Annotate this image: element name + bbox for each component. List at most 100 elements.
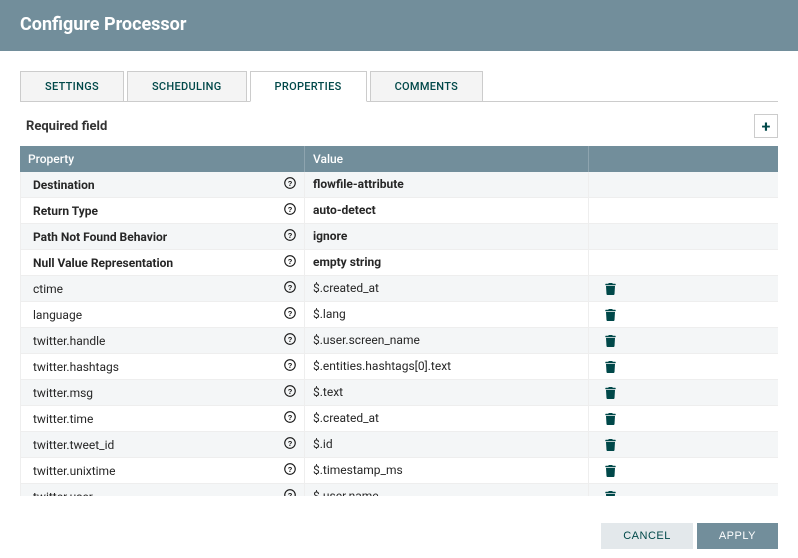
help-icon[interactable]: ? xyxy=(284,411,296,426)
svg-text:?: ? xyxy=(288,413,293,422)
property-name: language xyxy=(33,308,82,322)
property-value: auto-detect xyxy=(313,203,376,217)
value-cell[interactable]: $.user.name xyxy=(304,484,588,496)
add-property-button[interactable]: + xyxy=(754,114,778,138)
svg-text:?: ? xyxy=(288,231,293,240)
table-row[interactable]: ctime? $.created_at xyxy=(20,276,778,302)
svg-text:?: ? xyxy=(288,309,293,318)
value-cell[interactable]: $.timestamp_ms xyxy=(304,458,588,483)
property-cell[interactable]: twitter.user? xyxy=(20,484,304,496)
svg-text:?: ? xyxy=(288,283,293,292)
tab-properties[interactable]: PROPERTIES xyxy=(250,71,367,102)
value-cell[interactable]: $.text xyxy=(304,380,588,405)
table-row[interactable]: twitter.handle?$.user.screen_name xyxy=(20,328,778,354)
table-row[interactable]: Null Value Representation?empty string xyxy=(20,250,778,276)
cancel-button[interactable]: CANCEL xyxy=(601,523,693,549)
help-icon[interactable]: ? xyxy=(284,203,296,218)
property-cell[interactable]: twitter.time? xyxy=(20,406,304,431)
actions-cell xyxy=(588,380,778,405)
table-row[interactable]: twitter.time? $.created_at xyxy=(20,406,778,432)
value-cell[interactable]: $.user.screen_name xyxy=(304,328,588,353)
value-cell[interactable]: $.created_at xyxy=(304,406,588,431)
tab-label: PROPERTIES xyxy=(275,80,342,93)
value-cell[interactable]: flowfile-attribute xyxy=(304,172,588,197)
help-icon[interactable]: ? xyxy=(284,385,296,400)
help-icon[interactable]: ? xyxy=(284,437,296,452)
trash-icon[interactable] xyxy=(597,465,616,477)
apply-button[interactable]: APPLY xyxy=(697,523,778,549)
property-value: $.lang xyxy=(313,307,346,321)
svg-text:?: ? xyxy=(288,335,293,344)
property-cell[interactable]: twitter.hashtags? xyxy=(20,354,304,379)
trash-icon[interactable] xyxy=(597,439,616,451)
actions-cell xyxy=(588,406,778,431)
value-cell[interactable]: ignore xyxy=(304,224,588,249)
trash-icon[interactable] xyxy=(597,491,616,497)
table-row[interactable]: twitter.msg? $.text xyxy=(20,380,778,406)
required-field-label: Required field xyxy=(20,119,107,134)
tab-comments[interactable]: COMMENTS xyxy=(370,71,484,101)
help-icon[interactable]: ? xyxy=(284,229,296,244)
trash-icon[interactable] xyxy=(597,309,616,321)
property-value: $.text xyxy=(313,385,343,399)
trash-icon[interactable] xyxy=(597,335,616,347)
property-cell[interactable]: ctime? xyxy=(20,276,304,301)
property-cell[interactable]: twitter.handle? xyxy=(20,328,304,353)
help-icon[interactable]: ? xyxy=(284,307,296,322)
property-value: flowfile-attribute xyxy=(313,177,404,191)
actions-cell xyxy=(588,172,778,197)
tab-label: COMMENTS xyxy=(395,80,459,93)
property-name: Destination xyxy=(33,178,95,192)
property-cell[interactable]: Path Not Found Behavior? xyxy=(20,224,304,249)
table-row[interactable]: twitter.user?$.user.name xyxy=(20,484,778,496)
property-cell[interactable]: Null Value Representation? xyxy=(20,250,304,275)
value-cell[interactable]: $.lang xyxy=(304,302,588,327)
actions-cell xyxy=(588,458,778,483)
table-row[interactable]: Path Not Found Behavior?ignore xyxy=(20,224,778,250)
value-cell[interactable]: $.entities.hashtags[0].text xyxy=(304,354,588,379)
property-name: twitter.user xyxy=(33,490,93,497)
help-icon[interactable]: ? xyxy=(284,359,296,374)
dialog-footer: CANCEL APPLY xyxy=(601,523,778,549)
value-cell[interactable]: $.created_at xyxy=(304,276,588,301)
actions-cell xyxy=(588,484,778,496)
property-cell[interactable]: language? xyxy=(20,302,304,327)
actions-cell xyxy=(588,250,778,275)
value-cell[interactable]: $.id xyxy=(304,432,588,457)
value-cell[interactable]: empty string xyxy=(304,250,588,275)
property-value: $.created_at xyxy=(313,411,379,425)
trash-icon[interactable] xyxy=(597,361,616,373)
property-cell[interactable]: twitter.unixtime? xyxy=(20,458,304,483)
properties-table: Property Value Destination?flowfile-attr… xyxy=(20,146,778,496)
trash-icon[interactable] xyxy=(597,387,616,399)
property-name: twitter.msg xyxy=(33,386,93,400)
column-header-value: Value xyxy=(304,146,588,172)
column-header-actions xyxy=(588,146,778,172)
table-row[interactable]: twitter.hashtags? $.entities.hashtags[0].… xyxy=(20,354,778,380)
property-value: $.created_at xyxy=(313,281,379,295)
trash-icon[interactable] xyxy=(597,283,616,295)
table-row[interactable]: twitter.tweet_id?$.id xyxy=(20,432,778,458)
table-row[interactable]: twitter.unixtime?$.timestamp_ms xyxy=(20,458,778,484)
property-name: ctime xyxy=(33,282,63,296)
help-icon[interactable]: ? xyxy=(284,177,296,192)
property-cell[interactable]: twitter.msg? xyxy=(20,380,304,405)
table-row[interactable]: Return Type? auto-detect xyxy=(20,198,778,224)
table-row[interactable]: language? $.lang xyxy=(20,302,778,328)
table-row[interactable]: Destination? flowfile-attribute xyxy=(20,172,778,198)
help-icon[interactable]: ? xyxy=(284,333,296,348)
tab-settings[interactable]: SETTINGS xyxy=(20,71,124,101)
property-cell[interactable]: Destination? xyxy=(20,172,304,197)
property-value: $.entities.hashtags[0].text xyxy=(313,359,451,373)
property-name: twitter.hashtags xyxy=(33,360,119,374)
help-icon[interactable]: ? xyxy=(284,489,296,496)
property-cell[interactable]: twitter.tweet_id? xyxy=(20,432,304,457)
help-icon[interactable]: ? xyxy=(284,281,296,296)
help-icon[interactable]: ? xyxy=(284,255,296,270)
value-cell[interactable]: auto-detect xyxy=(304,198,588,223)
tab-scheduling[interactable]: SCHEDULING xyxy=(127,71,247,101)
help-icon[interactable]: ? xyxy=(284,463,296,478)
property-cell[interactable]: Return Type? xyxy=(20,198,304,223)
dialog-header: Configure Processor xyxy=(0,0,798,51)
trash-icon[interactable] xyxy=(597,413,616,425)
